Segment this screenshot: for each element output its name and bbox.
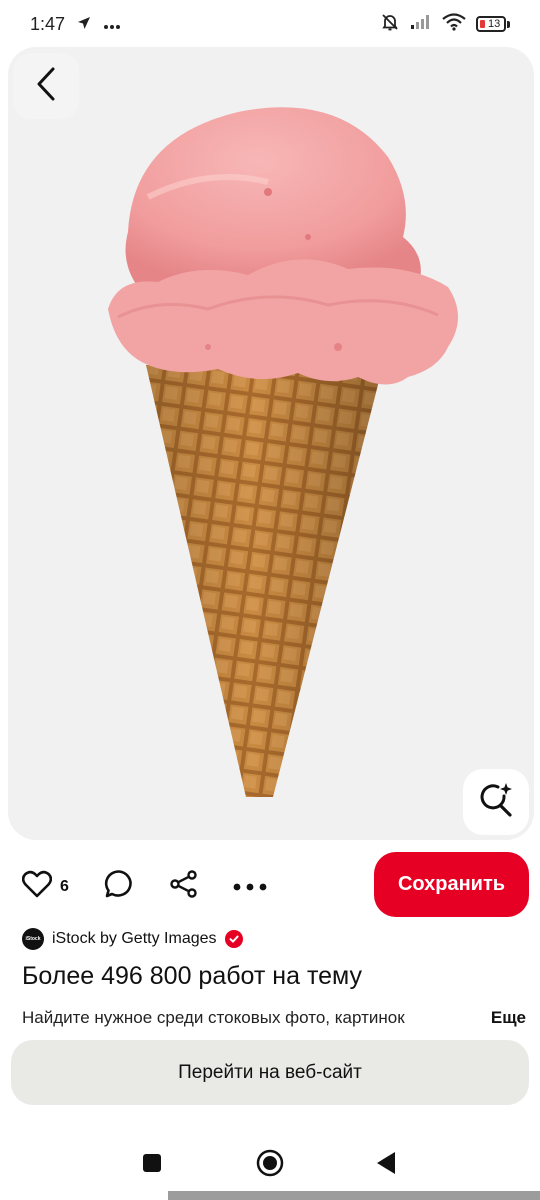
- system-nav-bar: [0, 1135, 540, 1195]
- back-button[interactable]: [13, 53, 79, 119]
- pin-description: Найдите нужное среди стоковых фото, карт…: [22, 1008, 405, 1027]
- more-link[interactable]: Еще: [491, 1008, 526, 1028]
- heart-icon: [21, 870, 53, 903]
- status-right: 13: [380, 12, 510, 37]
- status-time: 1:47: [30, 13, 66, 34]
- home-circle-icon: [256, 1149, 284, 1182]
- square-icon: [142, 1153, 162, 1178]
- share-button[interactable]: [170, 870, 198, 903]
- ice-cream-cone-image: [108, 107, 458, 797]
- pin-title: Более 496 800 работ на тему: [22, 962, 362, 990]
- visual-search-icon: [478, 782, 514, 823]
- battery-icon: 13: [476, 16, 510, 32]
- wifi-icon: [442, 12, 466, 36]
- pin-description-row: Найдите нужное среди стоковых фото, карт…: [22, 1006, 526, 1030]
- comment-button[interactable]: [104, 869, 134, 904]
- signal-icon: [410, 14, 432, 35]
- triangle-back-icon: [375, 1151, 397, 1180]
- recents-button[interactable]: [132, 1145, 172, 1185]
- save-button[interactable]: Сохранить: [374, 852, 529, 917]
- more-dots-icon: [103, 14, 121, 35]
- visual-search-button[interactable]: [463, 769, 529, 835]
- source-row[interactable]: iStock iStock by Getty Images: [22, 928, 243, 950]
- navigation-arrow-icon: [77, 14, 91, 35]
- source-avatar[interactable]: iStock: [22, 928, 44, 950]
- action-row: 6 Сохранить: [0, 852, 540, 918]
- back-nav-button[interactable]: [366, 1145, 406, 1185]
- home-button[interactable]: [250, 1145, 290, 1185]
- muted-bell-icon: [380, 12, 400, 37]
- chevron-left-icon: [34, 66, 58, 107]
- pin-image-card[interactable]: [8, 47, 534, 840]
- visit-website-button[interactable]: Перейти на веб-сайт: [11, 1040, 529, 1105]
- more-options-button[interactable]: [232, 879, 268, 897]
- like-button[interactable]: 6: [21, 870, 69, 903]
- status-bar: 1:47 13: [0, 0, 540, 48]
- source-name[interactable]: iStock by Getty Images: [52, 930, 217, 948]
- comment-icon: [104, 869, 134, 904]
- status-left: 1:47: [30, 14, 121, 35]
- gesture-indicator: [168, 1191, 540, 1200]
- like-count: 6: [60, 877, 69, 895]
- more-horizontal-icon: [232, 879, 268, 897]
- verified-badge-icon: [224, 930, 243, 948]
- share-icon: [170, 870, 198, 903]
- battery-level: 13: [488, 17, 501, 30]
